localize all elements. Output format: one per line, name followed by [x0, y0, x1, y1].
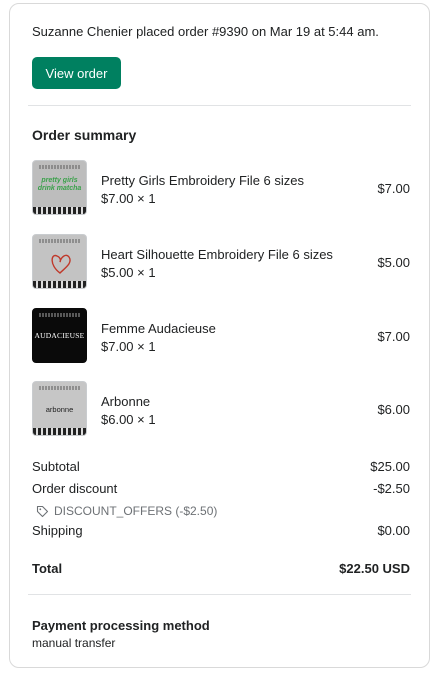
thumbnail-footer-decoration [33, 428, 86, 435]
discount-code: DISCOUNT_OFFERS (-$2.50) [36, 504, 217, 518]
payment-method-title: Payment processing method [32, 618, 210, 633]
item-quantity: $6.00 × 1 [101, 412, 156, 427]
tag-icon [36, 505, 49, 517]
item-price: $7.00 [377, 329, 410, 344]
thumbnail-footer-decoration [33, 281, 86, 288]
text-design-icon: AUDACIEUSE [34, 331, 85, 340]
thumbnail-header-decoration [39, 313, 80, 317]
product-thumbnail[interactable]: pretty girls drink matcha [32, 160, 87, 215]
shipping-row: Shipping $0.00 [32, 523, 410, 541]
subtotal-label: Subtotal [32, 459, 80, 474]
discount-code-label: DISCOUNT_OFFERS (-$2.50) [54, 504, 218, 518]
product-thumbnail[interactable] [32, 234, 87, 289]
line-item: Heart Silhouette Embroidery File 6 sizes… [32, 234, 410, 290]
total-label: Total [32, 561, 63, 576]
product-thumbnail[interactable]: arbonne [32, 381, 87, 436]
item-name[interactable]: Arbonne [101, 394, 150, 409]
subtotal-value: $25.00 [370, 459, 410, 474]
order-summary-title: Order summary [32, 127, 137, 143]
order-notification-card: Suzanne Chenier placed order #9390 on Ma… [9, 3, 430, 668]
line-item: arbonne Arbonne $6.00 × 1 $6.00 [32, 381, 410, 437]
discount-label: Order discount [32, 481, 118, 496]
item-name[interactable]: Pretty Girls Embroidery File 6 sizes [101, 173, 304, 188]
item-name[interactable]: Heart Silhouette Embroidery File 6 sizes [101, 247, 333, 262]
item-quantity: $5.00 × 1 [101, 265, 156, 280]
item-price: $7.00 [377, 181, 410, 196]
total-value: $22.50 USD [339, 561, 410, 576]
shipping-value: $0.00 [377, 523, 410, 538]
thumbnail-header-decoration [39, 386, 80, 390]
line-item: AUDACIEUSE Femme Audacieuse $7.00 × 1 $7… [32, 308, 410, 364]
item-price: $6.00 [377, 402, 410, 417]
item-name[interactable]: Femme Audacieuse [101, 321, 216, 336]
total-row: Total $22.50 USD [32, 561, 410, 579]
matcha-design-icon: pretty girls drink matcha [37, 177, 82, 192]
view-order-button[interactable]: View order [32, 57, 121, 89]
thumbnail-footer-decoration [33, 207, 86, 214]
product-thumbnail[interactable]: AUDACIEUSE [32, 308, 87, 363]
divider [28, 105, 411, 106]
line-item: pretty girls drink matcha Pretty Girls E… [32, 160, 410, 216]
item-quantity: $7.00 × 1 [101, 191, 156, 206]
arbonne-logo-icon: arbonne [45, 405, 74, 414]
subtotal-row: Subtotal $25.00 [32, 459, 410, 477]
payment-method-value: manual transfer [32, 636, 116, 650]
divider [28, 594, 411, 595]
discount-row: Order discount -$2.50 [32, 481, 410, 499]
shipping-label: Shipping [32, 523, 83, 538]
item-price: $5.00 [377, 255, 410, 270]
thumbnail-header-decoration [39, 165, 80, 169]
item-quantity: $7.00 × 1 [101, 339, 156, 354]
discount-value: -$2.50 [373, 481, 410, 496]
order-headline: Suzanne Chenier placed order #9390 on Ma… [32, 24, 379, 39]
